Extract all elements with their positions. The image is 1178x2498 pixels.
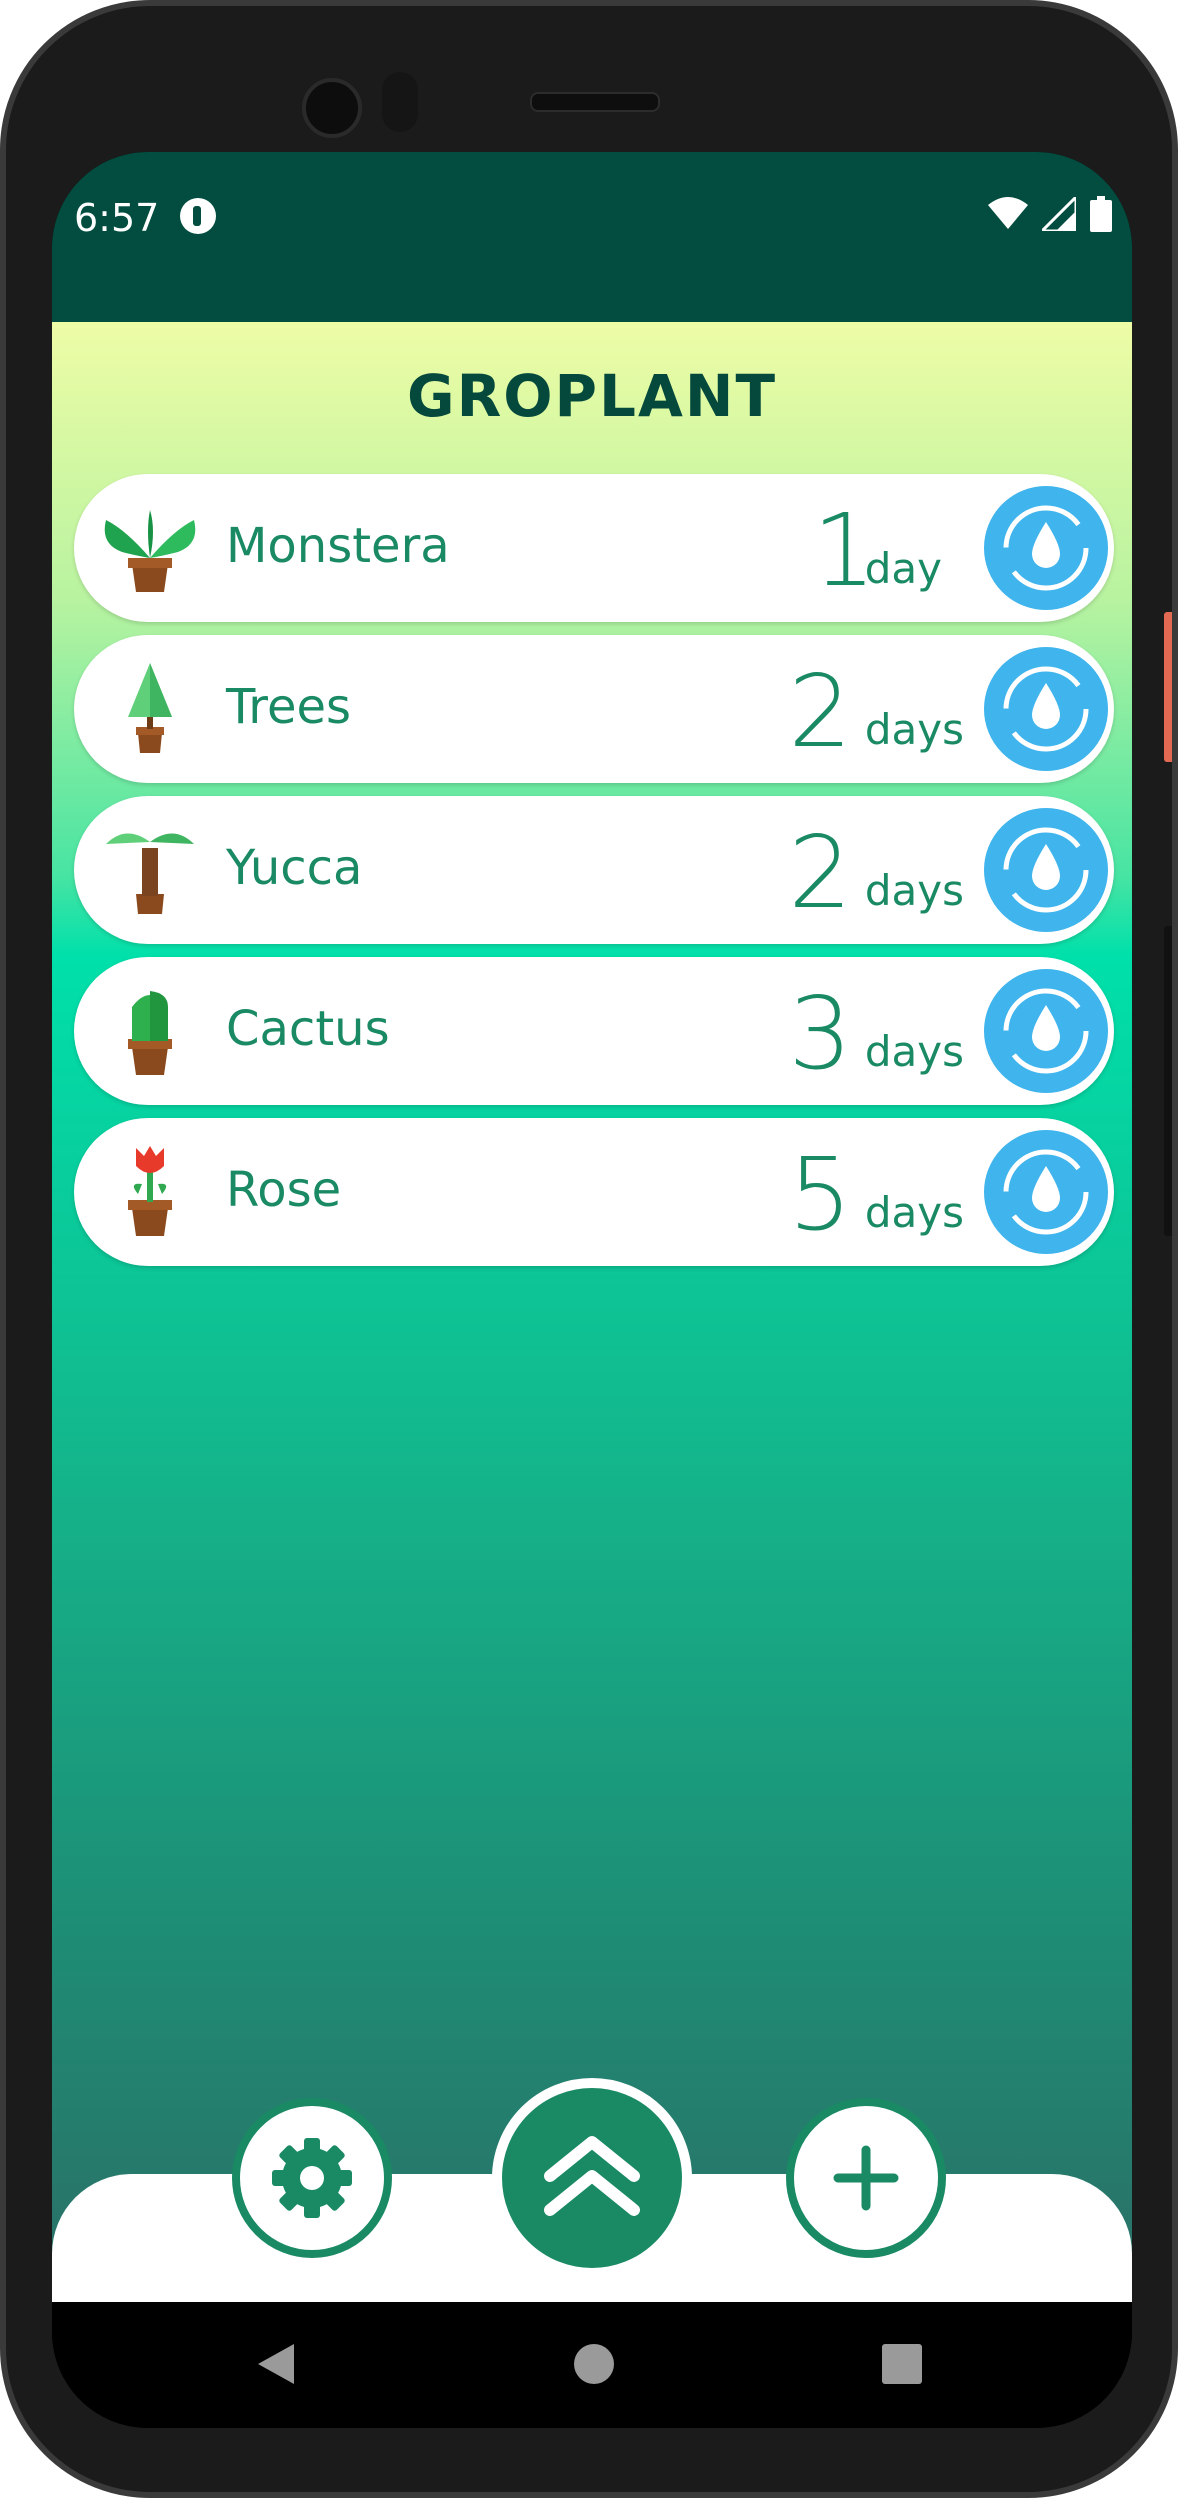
water-refresh-icon [1003,827,1089,913]
settings-button[interactable] [232,2098,392,2258]
yucca-icon [106,833,194,914]
add-plant-button[interactable] [786,2098,946,2258]
battery-icon [1090,196,1112,232]
water-refresh-icon [1003,666,1089,752]
plant-row[interactable]: Monstera 1 day [74,474,1114,622]
plant-name: Cactus [226,1001,390,1057]
recents-icon[interactable] [882,2344,922,2384]
home-icon[interactable] [572,2342,616,2386]
watering-unit: days [864,1027,964,1076]
gear-icon [272,2138,352,2218]
tree-icon [128,663,172,753]
screen: 6:57 GROPLANT Monstera 1 day Trees 2 day… [52,152,1132,2428]
watering-unit: days [864,866,964,915]
plant-row[interactable]: Yucca 2 days [74,796,1114,944]
phone-frame: 6:57 GROPLANT Monstera 1 day Trees 2 day… [0,0,1178,2498]
water-button[interactable] [980,804,1112,936]
app-title: GROPLANT [406,362,778,430]
status-bar: 6:57 [52,152,1132,322]
plant-row[interactable]: Cactus 3 days [74,957,1114,1105]
status-icons [988,196,1112,232]
signal-icon [1042,197,1076,231]
system-nav-bar [52,2302,1132,2428]
status-time: 6:57 [74,196,160,240]
sensor [382,72,418,132]
watering-count: 5 [788,1136,852,1253]
notification-icon [180,198,216,234]
water-refresh-icon [1003,1149,1089,1235]
cactus-icon [128,991,172,1075]
double-chevron-up-icon [544,2136,640,2216]
plant-name: Trees [226,679,352,735]
water-button[interactable] [980,643,1112,775]
watering-unit: days [864,705,964,754]
back-icon[interactable] [254,2342,298,2386]
water-button[interactable] [980,1126,1112,1258]
watering-count: 2 [788,653,852,770]
plant-name: Rose [226,1162,342,1218]
app-screen: GROPLANT Monstera 1 day Trees 2 days Yuc… [52,322,1132,2302]
scroll-up-button[interactable] [492,2078,692,2278]
front-camera [302,78,362,138]
plant-row[interactable]: Rose 5 days [74,1118,1114,1266]
plant-row[interactable]: Trees 2 days [74,635,1114,783]
plus-icon [833,2145,899,2211]
water-refresh-icon [1003,505,1089,591]
monstera-icon [104,510,196,592]
water-button[interactable] [980,482,1112,614]
plant-name: Yucca [226,840,363,896]
plant-list: Monstera 1 day Trees 2 days Yucca 2 days… [74,474,1114,1279]
water-refresh-icon [1003,988,1089,1074]
volume-button [1164,926,1172,1236]
rose-icon [128,1146,172,1236]
plant-name: Monstera [226,518,450,574]
wifi-icon [988,197,1028,229]
watering-unit: days [864,1188,964,1237]
watering-count: 2 [788,814,852,931]
earpiece [530,92,660,112]
power-button [1164,612,1172,762]
watering-unit: day [864,544,942,593]
watering-count: 3 [788,975,852,1092]
water-button[interactable] [980,965,1112,1097]
